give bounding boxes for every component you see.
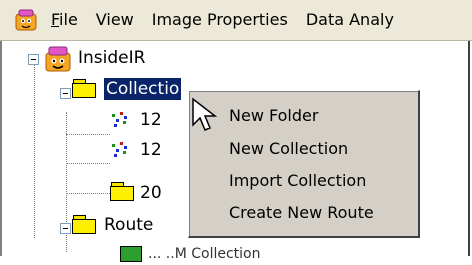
- tree-line: [66, 163, 110, 164]
- menu-item-new-folder[interactable]: New Folder: [229, 101, 318, 131]
- tree-node-collections[interactable]: Collectio: [102, 77, 183, 101]
- menu-item-import-collection[interactable]: Import Collection: [229, 166, 366, 196]
- tree-line: [66, 193, 110, 194]
- collapse-routes-toggle[interactable]: [60, 223, 71, 234]
- folder-icon: [110, 182, 136, 202]
- tree-node-collection-1[interactable]: 12: [140, 109, 162, 131]
- scatter-data-icon: [110, 110, 130, 130]
- menu-bar: File View Image Properties Data Analy: [0, 0, 472, 41]
- map-icon: [120, 246, 142, 262]
- pane-border-left: [0, 41, 2, 256]
- insideir-icon: [43, 45, 73, 73]
- menu-file[interactable]: File: [42, 0, 87, 40]
- tree-node-routes[interactable]: Route: [104, 214, 153, 236]
- tree-node-partial[interactable]: ... ..M Collection: [148, 243, 260, 265]
- pane-border-right: [468, 41, 470, 256]
- tree-line: [66, 134, 110, 135]
- menu-item-create-new-route[interactable]: Create New Route: [229, 198, 374, 228]
- tree-node-insideir[interactable]: InsideIR: [78, 47, 145, 69]
- tree-node-collection-2[interactable]: 12: [140, 139, 162, 161]
- mouse-pointer-icon: [192, 97, 218, 131]
- menu-image-properties[interactable]: Image Properties: [143, 0, 297, 40]
- folder-icon: [72, 79, 98, 99]
- app-icon: [14, 8, 38, 32]
- collapse-collections-toggle[interactable]: [60, 88, 71, 99]
- menu-view[interactable]: View: [87, 0, 143, 40]
- context-menu: New Folder New Collection Import Collect…: [188, 90, 420, 238]
- menu-data-analysis[interactable]: Data Analy: [297, 0, 403, 40]
- collapse-root-toggle[interactable]: [28, 54, 39, 65]
- tree-node-subfolder[interactable]: 20: [140, 182, 162, 204]
- menu-item-new-collection[interactable]: New Collection: [229, 134, 348, 164]
- scatter-data-icon: [110, 140, 130, 160]
- tree-line: [34, 58, 35, 238]
- folder-icon: [72, 215, 98, 235]
